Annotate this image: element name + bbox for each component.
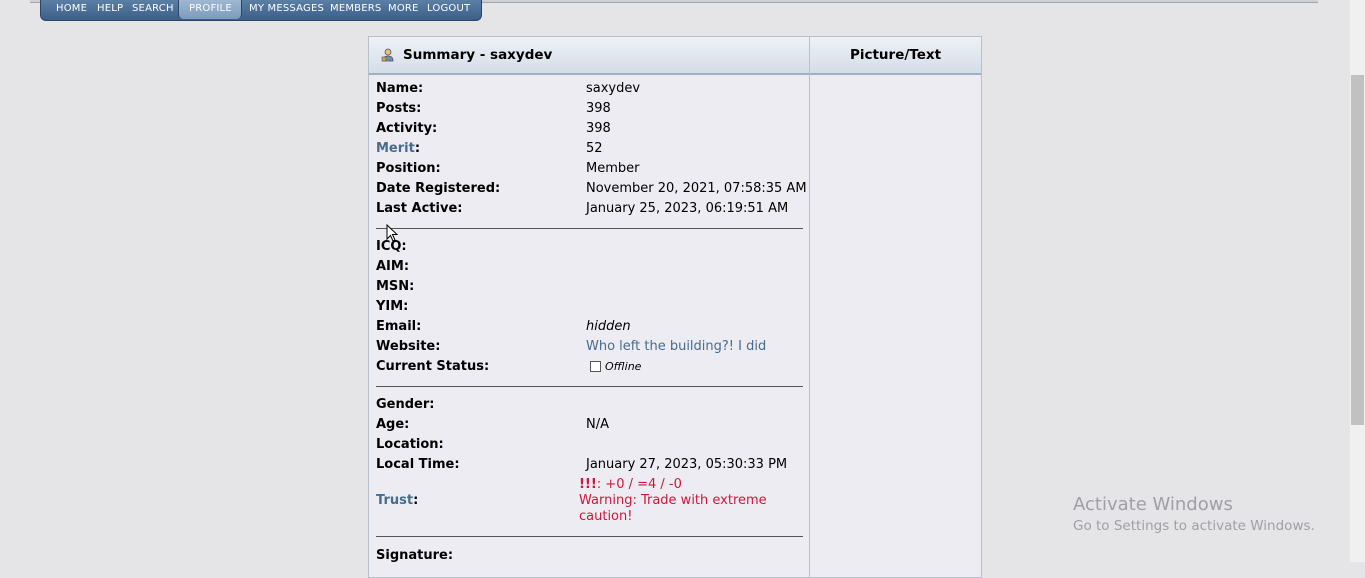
nav-help[interactable]: HELP: [97, 3, 123, 14]
row-trust: Trust:: [376, 493, 418, 513]
row-activity: Activity: 398: [376, 121, 611, 141]
row-position: Position: Member: [376, 161, 639, 181]
email-value: hidden: [586, 319, 631, 334]
row-registered: Date Registered: November 20, 2021, 07:5…: [376, 181, 807, 201]
scrollbar-thumb[interactable]: [1351, 75, 1364, 425]
registered-value: November 20, 2021, 07:58:35 AM: [586, 181, 807, 196]
divider-1: [376, 228, 803, 229]
row-local-time: Local Time: January 27, 2023, 05:30:33 P…: [376, 457, 787, 477]
trust-score-bang: !!!: [579, 477, 597, 492]
signature-label: Signature:: [376, 548, 454, 563]
posts-label: Posts:: [376, 101, 422, 116]
merit-colon: :: [414, 141, 421, 156]
age-value: N/A: [586, 417, 609, 432]
profile-panel: Summary - saxydev Picture/Text Name: sax…: [368, 36, 982, 578]
row-status: Current Status: Offline: [376, 359, 641, 379]
trust-warning-line2: caution!: [579, 509, 633, 524]
trust-warning-line1: Warning: Trade with extreme: [579, 493, 767, 508]
status-value: Offline: [590, 359, 641, 374]
merit-link[interactable]: Merit: [376, 141, 415, 156]
row-merit: Merit: 52: [376, 141, 603, 161]
row-name: Name: saxydev: [376, 81, 640, 101]
merit-value: 52: [586, 141, 603, 156]
position-value: Member: [586, 161, 640, 176]
nav-members[interactable]: MEMBERS: [330, 3, 381, 14]
row-yim: YIM:: [376, 299, 408, 319]
activity-label: Activity:: [376, 121, 438, 136]
local-time-label: Local Time:: [376, 457, 460, 472]
divider-2: [376, 386, 803, 387]
page-scrollbar[interactable]: [1350, 0, 1365, 562]
nav-logout[interactable]: LOGOUT: [427, 3, 470, 14]
trust-link[interactable]: Trust: [376, 493, 413, 508]
nav-profile[interactable]: PROFILE: [189, 3, 232, 14]
row-age: Age: N/A: [376, 417, 609, 437]
last-active-value: January 25, 2023, 06:19:51 AM: [586, 201, 789, 216]
name-value: saxydev: [586, 81, 641, 96]
nav-more[interactable]: MORE: [388, 3, 419, 14]
summary-title: Summary - saxydev: [403, 47, 553, 63]
trust-colon: :: [413, 493, 419, 508]
trust-score-rest: : +0 / =4 / -0: [596, 477, 682, 492]
mouse-cursor-icon: [386, 224, 399, 242]
row-aim: AIM:: [376, 259, 409, 279]
website-label: Website:: [376, 339, 441, 354]
nav-my-messages[interactable]: MY MESSAGES: [249, 3, 324, 14]
age-label: Age:: [376, 417, 410, 432]
row-email: Email: hidden: [376, 319, 631, 339]
website-link[interactable]: Who left the building?! I did: [586, 339, 766, 354]
activate-windows-title: Activate Windows: [1073, 494, 1233, 515]
row-msn: MSN:: [376, 279, 414, 299]
activate-windows-subtitle: Go to Settings to activate Windows.: [1073, 518, 1315, 534]
gender-label: Gender:: [376, 397, 435, 412]
activity-value: 398: [586, 121, 611, 136]
profile-user-icon: [381, 48, 394, 62]
main-nav-bar: HOME HELP SEARCH PROFILE MY MESSAGES MEM…: [40, 0, 482, 21]
location-label: Location:: [376, 437, 444, 452]
row-website: Website: Who left the building?! I did: [376, 339, 766, 359]
local-time-value: January 27, 2023, 05:30:33 PM: [586, 457, 788, 472]
position-label: Position:: [376, 161, 441, 176]
name-label: Name:: [376, 81, 424, 96]
row-signature: Signature:: [376, 548, 453, 568]
status-text: Offline: [605, 360, 642, 373]
row-last-active: Last Active: January 25, 2023, 06:19:51 …: [376, 201, 788, 221]
nav-home[interactable]: HOME: [56, 3, 87, 14]
last-active-label: Last Active:: [376, 201, 463, 216]
registered-label: Date Registered:: [376, 181, 501, 196]
status-label: Current Status:: [376, 359, 490, 374]
nav-search[interactable]: SEARCH: [132, 3, 174, 14]
msn-label: MSN:: [376, 279, 415, 294]
trust-score[interactable]: !!!: +0 / =4 / -0: [579, 477, 682, 492]
aim-label: AIM:: [376, 259, 410, 274]
row-gender: Gender:: [376, 397, 434, 417]
row-location: Location:: [376, 437, 444, 457]
status-offline-icon: [590, 361, 601, 372]
yim-label: YIM:: [376, 299, 409, 314]
row-posts: Posts: 398: [376, 101, 611, 121]
posts-value: 398: [586, 101, 611, 116]
picture-text-header: Picture/Text: [849, 47, 942, 63]
column-separator: [809, 37, 810, 577]
panel-header: Summary - saxydev Picture/Text: [369, 37, 981, 75]
divider-3: [376, 536, 803, 537]
email-label: Email:: [376, 319, 422, 334]
